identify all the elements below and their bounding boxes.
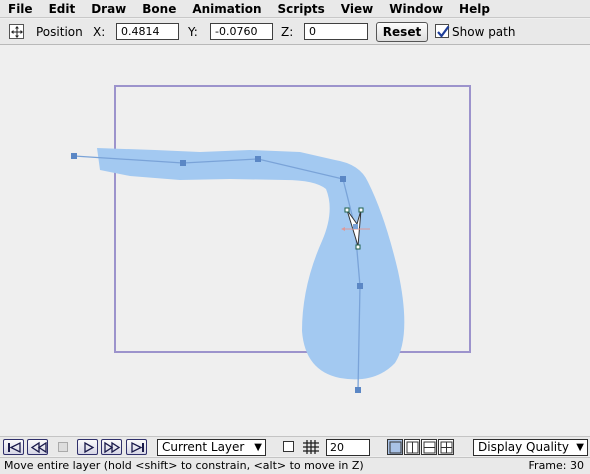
onion-frames-field[interactable]: 20 [326, 439, 370, 456]
chevron-down-icon: ▼ [576, 442, 584, 453]
control-point[interactable] [180, 160, 186, 166]
menu-file[interactable]: File [0, 0, 41, 18]
play-icon [84, 441, 95, 454]
split-horizontal-view-button[interactable] [421, 439, 437, 455]
status-message: Move entire layer (hold <shift> to const… [4, 459, 364, 472]
position-label: Position [36, 25, 83, 39]
checkmark-icon [437, 25, 450, 38]
forward-to-end-button[interactable] [126, 439, 147, 455]
control-point[interactable] [71, 153, 77, 159]
menu-scripts[interactable]: Scripts [270, 0, 333, 18]
menu-help[interactable]: Help [451, 0, 498, 18]
menu-view[interactable]: View [333, 0, 381, 18]
control-point[interactable] [255, 156, 261, 162]
onion-skin-checkbox[interactable] [283, 441, 294, 452]
step-back-button[interactable] [27, 439, 48, 455]
frame-counter: Frame: 30 [528, 459, 584, 472]
rewind-to-start-button[interactable] [3, 439, 24, 455]
menu-edit[interactable]: Edit [41, 0, 84, 18]
forward-to-end-icon [131, 441, 144, 454]
x-label: X: [93, 25, 106, 39]
canvas-drawing[interactable] [0, 46, 590, 436]
display-quality-dropdown[interactable]: Display Quality ▼ [473, 439, 588, 456]
y-position-field[interactable] [210, 23, 273, 40]
control-point[interactable] [357, 283, 363, 289]
display-quality-value: Display Quality [478, 440, 569, 454]
layer-select-dropdown[interactable]: Current Layer ▼ [157, 439, 266, 456]
split-vertical-view-button[interactable] [404, 439, 420, 455]
x-position-field[interactable] [116, 23, 179, 40]
z-position-field[interactable] [304, 23, 368, 40]
split-vertical-icon [406, 441, 419, 454]
menu-draw[interactable]: Draw [83, 0, 134, 18]
play-button[interactable] [77, 439, 98, 455]
canvas[interactable] [0, 46, 590, 436]
status-bar: Move entire layer (hold <shift> to const… [0, 457, 590, 474]
step-back-icon [30, 441, 47, 454]
control-point[interactable] [340, 176, 346, 182]
layer-select-value: Current Layer [162, 440, 245, 454]
quad-view-button[interactable] [438, 439, 454, 455]
show-path-checkbox[interactable] [435, 24, 450, 38]
show-path-label: Show path [452, 25, 516, 39]
menu-bone[interactable]: Bone [134, 0, 184, 18]
single-view-button[interactable] [387, 439, 403, 455]
playback-bar: Current Layer ▼ 20 Display Quality ▼ [0, 436, 590, 456]
menu-animation[interactable]: Animation [184, 0, 269, 18]
transform-layer-icon[interactable] [9, 24, 24, 39]
menu-bar: File Edit Draw Bone Animation Scripts Vi… [0, 0, 590, 18]
step-forward-icon [104, 441, 121, 454]
reset-button[interactable]: Reset [376, 22, 428, 42]
chevron-down-icon: ▼ [254, 442, 262, 453]
rewind-to-start-icon [8, 441, 21, 454]
control-point[interactable] [355, 387, 361, 393]
tool-options-bar: Position X: Y: Z: Reset Show path [0, 19, 590, 45]
z-label: Z: [281, 25, 294, 39]
camera-frame [114, 85, 471, 353]
stop-icon[interactable] [58, 442, 68, 452]
y-label: Y: [188, 25, 198, 39]
split-horizontal-icon [423, 441, 436, 454]
quad-view-icon [440, 441, 453, 454]
menu-window[interactable]: Window [381, 0, 451, 18]
step-forward-button[interactable] [101, 439, 122, 455]
grid-icon[interactable] [302, 439, 320, 455]
single-view-icon [389, 441, 402, 454]
